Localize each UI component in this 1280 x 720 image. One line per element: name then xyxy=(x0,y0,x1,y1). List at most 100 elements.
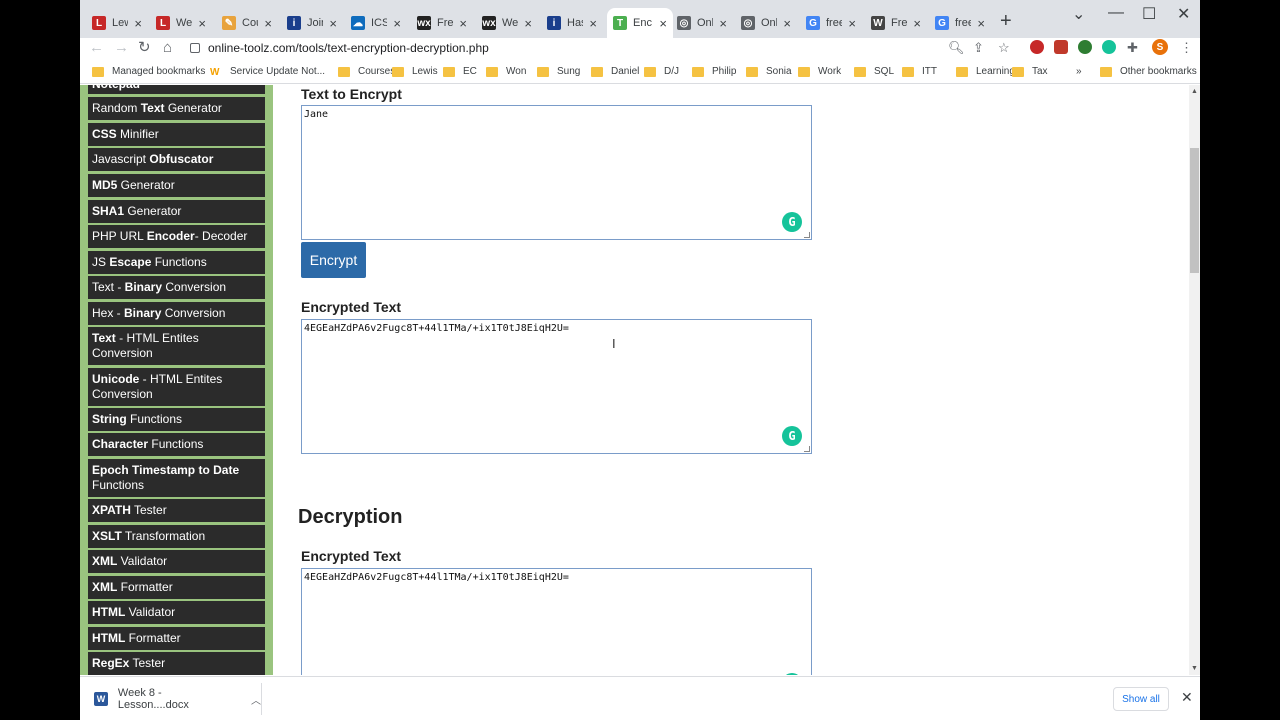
bookmark-item[interactable]: Philip xyxy=(692,66,736,77)
back-button[interactable]: ← xyxy=(89,38,104,58)
browser-tab[interactable]: ☁ ICS × xyxy=(345,8,407,38)
browser-tab[interactable]: i Has × xyxy=(541,8,603,38)
zoom-icon[interactable]: 🔍︎ xyxy=(948,40,965,56)
bookmark-item[interactable]: D/J xyxy=(644,66,679,77)
tab-close-icon[interactable]: × xyxy=(459,16,467,31)
tab-close-icon[interactable]: × xyxy=(719,16,727,31)
resize-handle[interactable] xyxy=(804,446,810,452)
new-tab-button[interactable]: + xyxy=(1000,10,1012,33)
home-button[interactable]: ⌂ xyxy=(163,38,172,58)
tab-close-icon[interactable]: × xyxy=(198,16,206,31)
sidebar-tool-link[interactable]: MD5 Generator xyxy=(88,174,265,197)
sidebar-tool-link[interactable]: Character Functions xyxy=(88,433,265,456)
bookmarks-overflow-button[interactable]: » xyxy=(1076,66,1082,77)
sidebar-tool-link[interactable]: String Functions xyxy=(88,408,265,431)
bookmark-item[interactable]: Won xyxy=(486,66,526,77)
bookmark-item[interactable]: Tax xyxy=(1012,66,1048,77)
maximize-button[interactable]: ☐ xyxy=(1142,4,1156,24)
tab-close-icon[interactable]: × xyxy=(524,16,532,31)
browser-tab[interactable]: ◎ Onl × xyxy=(671,8,733,38)
sidebar-tool-link[interactable]: PHP URL Encoder- Decoder xyxy=(88,225,265,248)
grammarly-icon[interactable]: G xyxy=(782,426,802,446)
tab-close-icon[interactable]: × xyxy=(393,16,401,31)
bookmark-item[interactable]: W Service Update Not... xyxy=(210,66,325,78)
bookmark-item[interactable]: Learning xyxy=(956,66,1015,77)
browser-tab[interactable]: Gfree × xyxy=(929,8,991,38)
scroll-up-arrow-icon[interactable]: ▲ xyxy=(1191,88,1198,95)
chevron-up-icon[interactable]: ︿ xyxy=(251,692,261,707)
other-bookmarks[interactable]: Other bookmarks xyxy=(1100,66,1197,77)
bookmark-item[interactable]: Work xyxy=(798,66,841,77)
tab-close-icon[interactable]: × xyxy=(659,16,667,31)
browser-tab[interactable]: wx Welcome × xyxy=(476,8,538,38)
sidebar-tool-link[interactable]: Unicode - HTML Entites Conversion xyxy=(88,368,265,406)
bookmark-item[interactable]: EC xyxy=(443,66,477,77)
encrypted-text-output[interactable]: 4EGEaHZdPA6v2Fugc8T+44l1TMa/+ix1T0tJ8Eiq… xyxy=(301,319,812,454)
browser-tab[interactable]: ◎ Onl × xyxy=(735,8,797,38)
profile-avatar[interactable]: S xyxy=(1152,39,1168,55)
sidebar-tool-link[interactable]: HTML Formatter xyxy=(88,627,265,650)
browser-tab[interactable]: Gfree × xyxy=(800,8,862,38)
bookmark-item[interactable]: Sonia xyxy=(746,66,792,77)
bookmark-item[interactable]: Managed bookmarks xyxy=(92,66,205,77)
encrypt-button[interactable]: Encrypt xyxy=(301,242,366,278)
tab-close-icon[interactable]: × xyxy=(134,16,142,31)
grammarly-extension-icon[interactable] xyxy=(1102,40,1116,54)
tab-close-icon[interactable]: × xyxy=(977,16,985,31)
sidebar-tool-link[interactable]: SHA1 Generator xyxy=(88,200,265,223)
address-bar[interactable]: online-toolz.com/tools/text-encryption-d… xyxy=(186,38,974,58)
sidebar-tool-link[interactable]: XSLT Transformation xyxy=(88,525,265,548)
tab-close-icon[interactable]: × xyxy=(264,16,272,31)
grammarly-icon[interactable]: G xyxy=(782,673,802,675)
extension-icon-2[interactable] xyxy=(1054,40,1068,54)
sidebar-tool-link[interactable]: Text - HTML Entites Conversion xyxy=(88,327,265,365)
tab-close-icon[interactable]: × xyxy=(329,16,337,31)
browser-tab[interactable]: T Enc × xyxy=(607,8,673,38)
bookmark-item[interactable]: Sung xyxy=(537,66,580,77)
sidebar-tool-link[interactable]: JS Escape Functions xyxy=(88,251,265,274)
browser-menu-icon[interactable]: ⋮ xyxy=(1180,40,1193,56)
sidebar-tool-link[interactable]: Javascript Obfuscator xyxy=(88,148,265,171)
close-downloads-icon[interactable]: ✕ xyxy=(1181,689,1193,706)
scroll-down-arrow-icon[interactable]: ▼ xyxy=(1191,665,1198,672)
forward-button[interactable]: → xyxy=(114,38,129,58)
sidebar-tool-link[interactable]: XPATH Tester xyxy=(88,499,265,522)
close-window-button[interactable]: ✕ xyxy=(1177,4,1190,24)
sidebar-tool-link[interactable]: Text - Binary Conversion xyxy=(88,276,265,299)
sidebar-tool-link[interactable]: Hex - Binary Conversion xyxy=(88,302,265,325)
share-icon[interactable]: ⇪ xyxy=(973,40,984,56)
bookmark-item[interactable]: SQL xyxy=(854,66,894,77)
bookmark-star-icon[interactable]: ☆ xyxy=(998,40,1010,56)
decrypt-encrypted-text-input[interactable]: 4EGEaHZdPA6v2Fugc8T+44l1TMa/+ix1T0tJ8Eiq… xyxy=(301,568,812,675)
sidebar-tool-link[interactable]: RegEx Tester xyxy=(88,652,265,675)
sidebar-tool-link[interactable]: XML Formatter xyxy=(88,576,265,599)
tab-close-icon[interactable]: × xyxy=(848,16,856,31)
text-to-encrypt-input[interactable]: Jane G xyxy=(301,105,812,240)
tab-close-icon[interactable]: × xyxy=(589,16,597,31)
show-all-button[interactable]: Show all xyxy=(1113,687,1169,711)
tab-close-icon[interactable]: × xyxy=(913,16,921,31)
download-item[interactable]: W Week 8 - Lesson....docx ︿ xyxy=(88,683,262,715)
browser-tab[interactable]: wx Free × xyxy=(411,8,473,38)
browser-tab[interactable]: W Free × xyxy=(865,8,927,38)
page-scrollbar[interactable]: ▲ ▼ xyxy=(1189,85,1200,675)
extension-icon-3[interactable] xyxy=(1078,40,1092,54)
bookmark-item[interactable]: Daniel xyxy=(591,66,639,77)
browser-tab[interactable]: ✎ Course × xyxy=(216,8,278,38)
sidebar-tool-link[interactable]: Notepad xyxy=(88,85,265,94)
bookmark-item[interactable]: Lewis xyxy=(392,66,438,77)
tab-close-icon[interactable]: × xyxy=(783,16,791,31)
minimize-button[interactable]: — xyxy=(1108,4,1124,22)
sidebar-tool-link[interactable]: Epoch Timestamp to Date Functions xyxy=(88,459,265,497)
extension-icon-1[interactable] xyxy=(1030,40,1044,54)
sidebar-tool-link[interactable]: CSS Minifier xyxy=(88,123,265,146)
sidebar-tool-link[interactable]: Random Text Generator xyxy=(88,97,265,120)
bookmark-item[interactable]: ITT xyxy=(902,66,937,77)
bookmark-item[interactable]: Courses xyxy=(338,66,395,77)
grammarly-icon[interactable]: G xyxy=(782,212,802,232)
browser-tab[interactable]: L Lewis × xyxy=(86,8,148,38)
resize-handle[interactable] xyxy=(804,232,810,238)
sidebar-tool-link[interactable]: XML Validator xyxy=(88,550,265,573)
tab-search-icon[interactable]: ⌄ xyxy=(1072,4,1085,24)
reload-button[interactable]: ↻ xyxy=(138,38,151,58)
